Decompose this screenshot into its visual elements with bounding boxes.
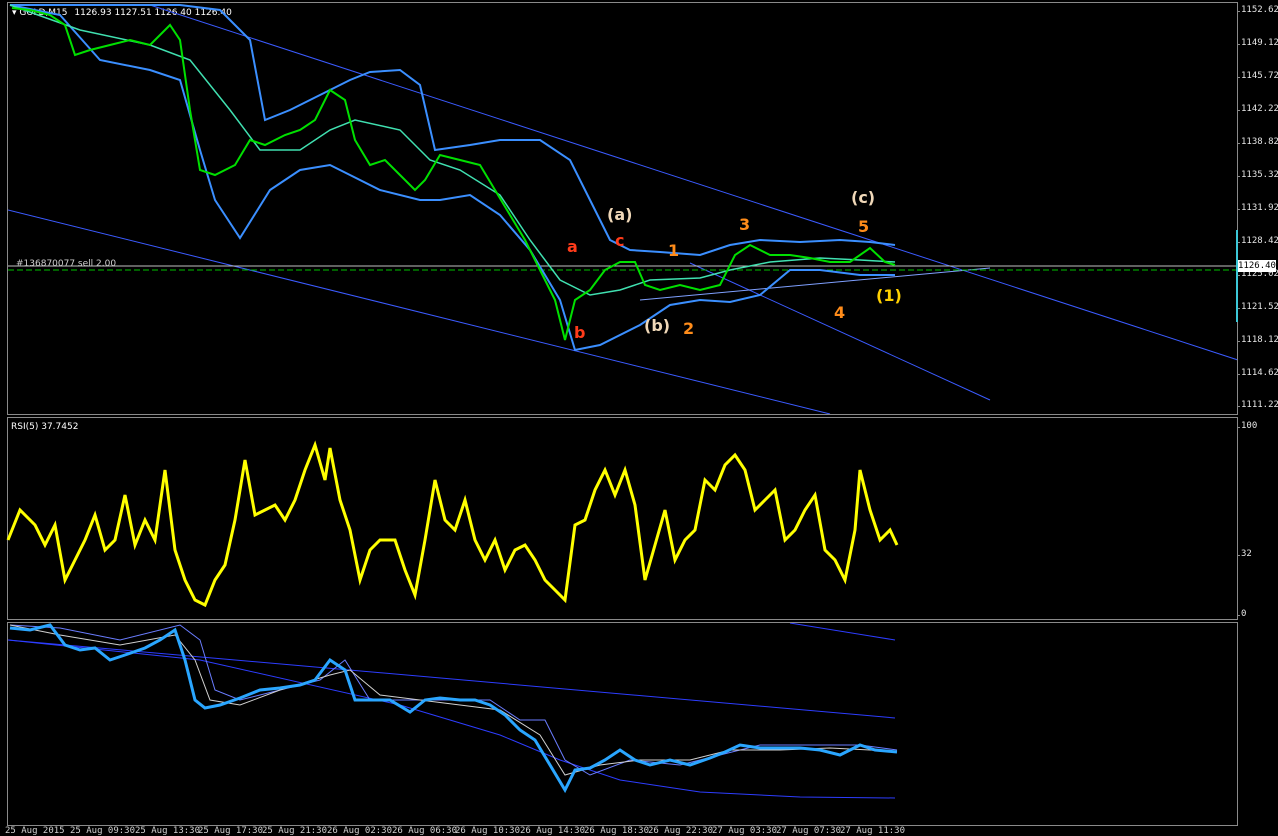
indicator-main-line: [9, 623, 898, 794]
indicator-chart-svg: [8, 623, 898, 799]
rsi-axis-tick: 100: [1236, 421, 1258, 431]
time-axis-tick: 26 Aug 10:30: [455, 826, 521, 836]
time-axis-tick: 27 Aug 11:30: [840, 826, 906, 836]
price-axis-tick: 1128.42: [1237, 236, 1278, 246]
price-axis-tick: 1121.52: [1237, 302, 1278, 312]
indicator-lower-curve: [8, 639, 896, 799]
price-axis-tick: 1118.12: [1237, 335, 1278, 345]
price-axis-tick: 1145.72: [1237, 71, 1278, 81]
time-axis-tick: 27 Aug 07:30: [776, 826, 842, 836]
indicator-trend-1: [8, 639, 896, 719]
time-axis-tick: 25 Aug 09:30: [70, 826, 136, 836]
price-axis-tick: 1152.62: [1237, 5, 1278, 15]
price-axis-tick: 1138.82: [1237, 137, 1278, 147]
price-axis-tick: 1135.32: [1237, 170, 1278, 180]
time-axis-tick: 25 Aug 17:30: [198, 826, 264, 836]
price-axis-tick: 1142.22: [1237, 104, 1278, 114]
rsi-axis: 100 32 0: [1236, 417, 1278, 620]
time-axis-tick: 26 Aug 02:30: [327, 826, 393, 836]
time-axis-tick: 26 Aug 22:30: [648, 826, 714, 836]
indicator-trend-2: [789, 623, 896, 641]
price-axis-tick: 1114.62: [1237, 368, 1278, 378]
price-axis-tick: 1111.22: [1237, 400, 1278, 410]
time-axis-tick: 26 Aug 06:30: [392, 826, 458, 836]
price-axis[interactable]: 1152.62 1149.12 1145.72 1142.22 1138.82 1135.…: [1236, 2, 1278, 415]
rsi-axis-tick: 0: [1236, 609, 1247, 619]
time-axis-tick: 25 Aug 21:30: [262, 826, 328, 836]
time-axis-tick: 25 Aug 2015: [5, 826, 65, 836]
price-axis-tick: 1131.92: [1237, 203, 1278, 213]
rsi-axis-tick: 32: [1237, 549, 1252, 559]
time-axis-tick: 25 Aug 13:30: [135, 826, 201, 836]
time-axis-tick: 27 Aug 03:30: [712, 826, 778, 836]
time-axis-tick: 26 Aug 14:30: [520, 826, 586, 836]
price-axis-tick: 1149.12: [1237, 38, 1278, 48]
current-price-tag: 1126.40: [1238, 260, 1276, 272]
time-axis-tick: 26 Aug 18:30: [584, 826, 650, 836]
